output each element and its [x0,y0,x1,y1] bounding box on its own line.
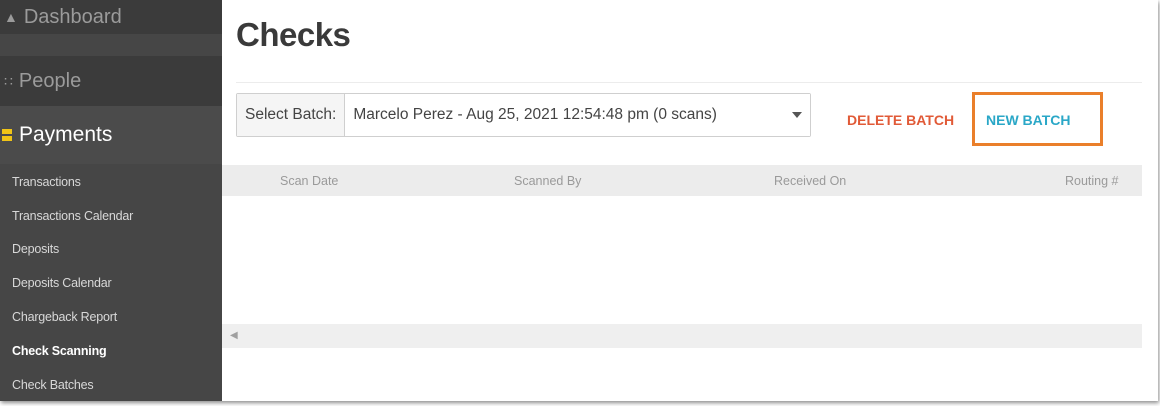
sidebar-item-check-batches[interactable]: Check Batches [12,378,94,392]
sidebar-item-label: Payments [19,123,113,146]
column-header-scanned-by[interactable]: Scanned By [514,174,581,188]
batch-select-value: Marcelo Perez - Aug 25, 2021 12:54:48 pm… [353,106,717,123]
column-header-scan-date[interactable]: Scan Date [280,174,338,188]
batch-label: Select Batch: [237,94,346,136]
new-batch-button[interactable]: NEW BATCH [986,112,1071,128]
chevron-down-icon [792,112,803,118]
dashboard-icon: ▲ [4,9,18,25]
sidebar-item-transactions[interactable]: Transactions [12,175,81,189]
sidebar: ▲ Dashboard ∷ People Payments Transactio… [0,0,222,401]
sidebar-item-payments[interactable]: Payments [0,106,222,164]
column-header-routing[interactable]: Routing # [1065,174,1119,188]
sidebar-item-label: People [18,69,82,92]
scroll-left-icon[interactable]: ◀ [230,330,238,341]
title-divider [236,82,1142,83]
sidebar-item-label: Dashboard [23,5,122,28]
horizontal-scrollbar[interactable]: ◀ [222,324,1142,348]
sidebar-item-check-scanning[interactable]: Check Scanning [12,344,107,358]
sidebar-item-transactions-calendar[interactable]: Transactions Calendar [12,209,133,223]
people-icon: ∷ [4,72,13,89]
batch-select-dropdown[interactable]: Marcelo Perez - Aug 25, 2021 12:54:48 pm… [345,94,811,136]
main-content: Checks Select Batch: Marcelo Perez - Aug… [222,0,1158,401]
sidebar-item-deposits[interactable]: Deposits [12,242,59,256]
app-window: ▲ Dashboard ∷ People Payments Transactio… [0,0,1158,401]
checks-table-header: Scan Date Scanned By Received On Routing… [222,165,1142,196]
sidebar-item-deposits-calendar[interactable]: Deposits Calendar [12,276,112,290]
delete-batch-button[interactable]: DELETE BATCH [847,112,954,128]
payments-icon [2,129,12,141]
sidebar-item-chargeback-report[interactable]: Chargeback Report [12,310,117,324]
column-header-received-on[interactable]: Received On [774,174,846,188]
page-title: Checks [236,16,351,53]
sidebar-item-dashboard[interactable]: ▲ Dashboard [0,0,222,34]
sidebar-item-people[interactable]: ∷ People [0,56,222,106]
batch-selector: Select Batch: Marcelo Perez - Aug 25, 20… [236,93,812,137]
